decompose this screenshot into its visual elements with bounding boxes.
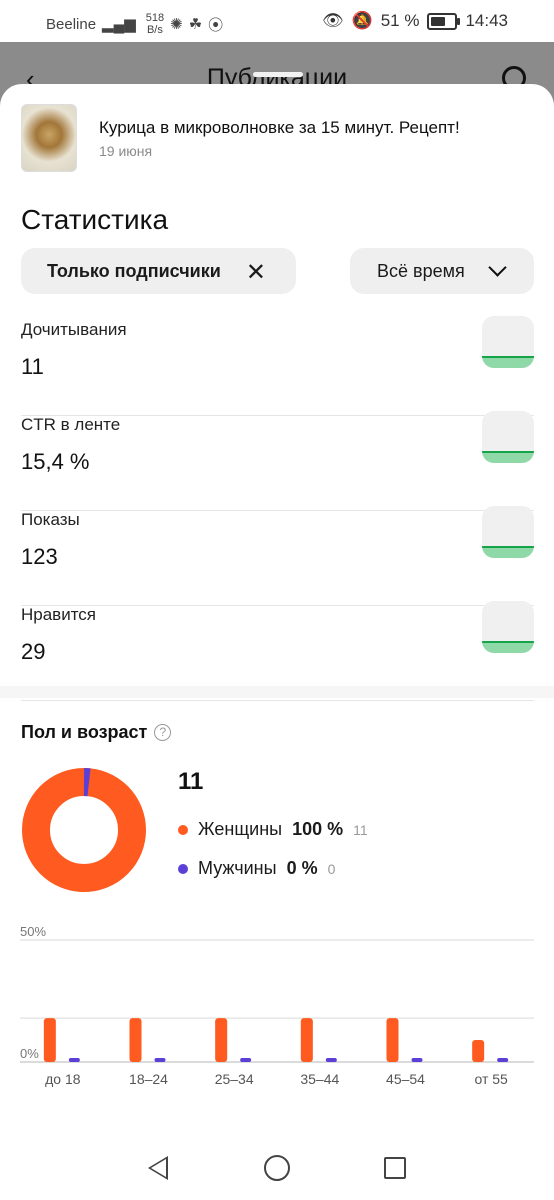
metric-impressions[interactable]: Показы 123 [21, 506, 534, 606]
metric-read-throughs[interactable]: Дочитывания 11 [21, 316, 534, 416]
legend-percent: 0 % [286, 858, 318, 878]
metric-label: CTR в ленте [21, 415, 121, 434]
help-icon[interactable]: ? [154, 724, 172, 741]
post-summary[interactable]: Курица в микроволновке за 15 минут. Реце… [21, 104, 534, 172]
bar-men [154, 1058, 166, 1062]
status-bar: Beeline ▂▄▆ 518 B/s ✺ ☘ ⦿ 👁 🔕 51 % 14:43 [0, 0, 554, 42]
legend-dot-women [178, 824, 188, 835]
gender-donut-chart [22, 768, 146, 892]
legend-label: Женщины [198, 819, 283, 839]
bar-men [325, 1058, 337, 1062]
gender-age-title: Пол и возраст ? [21, 722, 172, 743]
legend-count: 0 [327, 860, 336, 877]
period-label: Всё время [377, 260, 465, 281]
legend-count: 11 [353, 821, 368, 838]
close-icon[interactable]: ✕ [246, 258, 266, 287]
x-tick-label: 25–34 [215, 1071, 254, 1087]
x-tick-label: от 55 [474, 1071, 508, 1087]
chevron-down-icon [488, 258, 507, 277]
metric-ctr[interactable]: CTR в ленте 15,4 % [21, 411, 534, 511]
mute-bell-icon: 🔕 [351, 11, 373, 30]
eye-icon: 👁 [321, 11, 344, 30]
period-dropdown[interactable]: Всё время [350, 248, 534, 294]
gender-total: 11 [178, 768, 204, 795]
legend-men: Мужчины 0 % 0 [178, 858, 335, 879]
metric-value: 123 [21, 544, 58, 569]
filter-label: Только подписчики [47, 260, 221, 281]
x-tick-label: 45–54 [386, 1071, 425, 1087]
stats-heading: Статистика [21, 204, 169, 235]
speed-value: 518 [145, 12, 165, 24]
bar-women [215, 1018, 228, 1062]
clock: 14:43 [465, 11, 508, 30]
post-thumbnail [21, 104, 77, 172]
x-tick-label: 18–24 [129, 1071, 168, 1087]
nav-recents-icon[interactable] [384, 1157, 406, 1179]
metric-value: 11 [21, 354, 44, 379]
bar-women [386, 1018, 399, 1062]
sparkline [482, 506, 534, 558]
age-bar-chart: 50% 0% до 18 18–24 25–34 35–44 45–54 от 55 [20, 924, 534, 1087]
y-tick-label: 0% [20, 1046, 39, 1061]
battery-percent: 51 % [380, 11, 420, 30]
bar-women [472, 1040, 485, 1062]
speed-unit: B/s [146, 24, 163, 36]
subscribers-filter-chip[interactable]: Только подписчики ✕ [21, 248, 296, 294]
sparkline [482, 411, 534, 463]
bar-men [497, 1058, 509, 1062]
legend-dot-men [178, 863, 188, 874]
statistics-sheet: Курица в микроволновке за 15 минут. Реце… [0, 72, 554, 1200]
system-nav-bar [0, 1130, 554, 1200]
bar-women [300, 1018, 313, 1062]
bar-women [129, 1018, 142, 1062]
carrier-label: Beeline [46, 15, 97, 33]
bar-men [240, 1058, 252, 1062]
location-icon: ⦿ [208, 16, 224, 34]
sparkline [482, 316, 534, 368]
legend-label: Мужчины [198, 858, 277, 878]
sparkline [482, 601, 534, 653]
metric-value: 15,4 % [21, 449, 90, 474]
battery-icon [427, 12, 461, 30]
network-speed: 518 B/s [146, 12, 164, 36]
section-separator [0, 686, 554, 698]
metric-label: Показы [21, 510, 80, 529]
legend-women: Женщины 100 % 11 [178, 819, 368, 840]
nav-back-icon[interactable] [148, 1156, 168, 1180]
bar-women [43, 1018, 56, 1062]
x-tick-label: 35–44 [300, 1071, 339, 1087]
bar-men [68, 1058, 80, 1062]
clover-icon: ☘ [188, 16, 203, 33]
donut-slice-women [22, 768, 146, 892]
y-tick-label: 50% [20, 924, 46, 939]
gender-age-heading: Пол и возраст [21, 722, 148, 742]
nav-home-icon[interactable] [264, 1155, 290, 1181]
metric-label: Нравится [21, 605, 97, 624]
status-right: 👁 🔕 51 % 14:43 [322, 11, 508, 31]
x-tick-label: до 18 [45, 1071, 81, 1087]
legend-percent: 100 % [292, 819, 344, 839]
fan-icon: ✺ [170, 16, 183, 33]
bar-men [411, 1058, 423, 1062]
post-title: Курица в микроволновке за 15 минут. Реце… [99, 118, 460, 137]
sheet-drag-handle[interactable] [253, 72, 303, 77]
status-left: Beeline ▂▄▆ 518 B/s ✺ ☘ ⦿ [46, 12, 223, 36]
metric-label: Дочитывания [21, 320, 127, 339]
metric-value: 29 [21, 639, 46, 664]
post-date: 19 июня [99, 143, 153, 159]
signal-icon: ▂▄▆ [102, 16, 136, 33]
